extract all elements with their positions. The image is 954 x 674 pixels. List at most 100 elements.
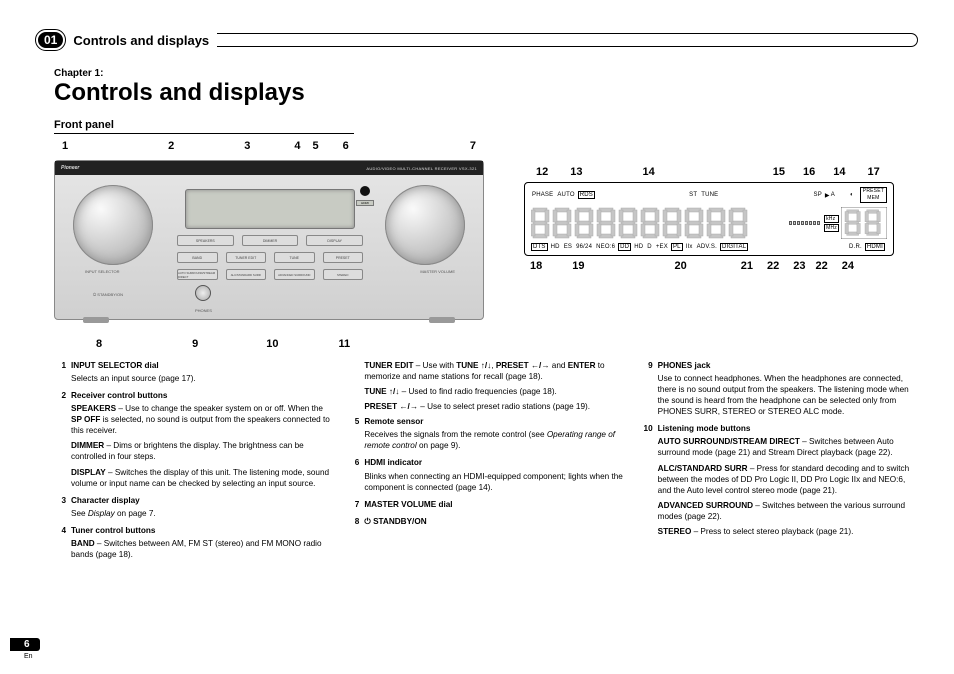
input-selector-dial — [73, 185, 153, 265]
model-label: AUDIO/VIDEO MULTI-CHANNEL RECEIVER VSX-3… — [366, 166, 477, 171]
mhz-indicator: MHz — [824, 224, 839, 232]
callout-7: 7 — [470, 140, 476, 152]
sp-a-indicator: A — [830, 192, 836, 198]
alc-standard-button: ALC/STANDARD SURR — [226, 269, 267, 280]
digital-indicator: DIGITAL — [720, 243, 748, 251]
item-9: 9PHONES jack Use to connect headphones. … — [641, 360, 918, 417]
callout-17: 17 — [868, 166, 880, 178]
sub-alc: ALC/STANDARD SURR – Press for standard d… — [658, 463, 918, 496]
sleep-icon: ◐ — [850, 192, 854, 198]
item-1: 1INPUT SELECTOR dial Selects an input so… — [54, 360, 331, 384]
rds-indicator: RDS — [578, 191, 595, 199]
section-header: 01 Controls and displays — [36, 30, 918, 50]
master-volume-label: MASTER VOLUME — [420, 269, 455, 274]
tuner-edit-button: TUNER EDIT — [226, 252, 267, 263]
callout-2: 2 — [168, 140, 174, 152]
lcd-row-bottom: DTS HD ES 96/24 NEO:6 DD HD D +EX PL IIx… — [531, 243, 887, 251]
tune-indicator: TUNE — [700, 192, 719, 198]
dimmer-button: DIMMER — [242, 235, 299, 246]
callout-14: 14 — [643, 166, 655, 178]
lcd-panel: PHASE AUTO RDS ST TUNE SP ▶ A ◐ PRESETME… — [524, 182, 894, 256]
item-4: 4Tuner control buttons BAND – Switches b… — [54, 525, 331, 560]
callout-11: 11 — [339, 338, 351, 350]
callout-19: 19 — [572, 260, 584, 272]
desc-col-1: 1INPUT SELECTOR dial Selects an input so… — [54, 360, 331, 566]
lcd-row-top: PHASE AUTO RDS ST TUNE SP ▶ A ◐ PRESETME… — [531, 187, 887, 203]
signal-dots-icon — [789, 221, 820, 225]
preset-mem-indicator: PRESETMEM — [860, 187, 887, 203]
dts-indicator: DTS — [531, 243, 548, 251]
advs-indicator: ADV.S. — [696, 244, 718, 250]
auto-surround-button: AUTO SURROUND/STREAM DIRECT — [177, 269, 218, 280]
es-indicator: ES — [563, 244, 573, 250]
hdmi-indicator-txt: HDMI — [865, 243, 885, 251]
chapter-label: Chapter 1: — [54, 68, 918, 79]
sub-stereo: STEREO – Press to select stereo playback… — [658, 526, 918, 537]
hd2-indicator: HD — [633, 244, 644, 250]
sub-tuner-edit: TUNER EDIT – Use with TUNE ↑/↓, PRESET ←… — [364, 360, 624, 382]
band-button: BAND — [177, 252, 218, 263]
callout-23: 23 — [793, 260, 805, 272]
display-panel-diagram: 12 13 14 15 16 14 17 PHASE AUTO RDS ST T… — [524, 166, 894, 350]
callout-8: 8 — [96, 338, 102, 350]
auto-indicator: AUTO — [556, 192, 575, 198]
front-panel-callouts-bottom: 8 9 10 11 — [54, 338, 484, 350]
diagram-area: 1 2 3 4 5 6 7 Pioneer AUDIO/VIDEO MULTI-… — [54, 140, 918, 350]
desc-col-2: TUNER EDIT – Use with TUNE ↑/↓, PRESET ←… — [347, 360, 624, 566]
item-7: 7MASTER VOLUME dial — [347, 499, 624, 510]
display-callouts-top: 12 13 14 15 16 14 17 — [524, 166, 894, 178]
sensor-area: HDMI — [349, 186, 381, 230]
display-callouts-bottom: 18 19 20 21 22 23 22 24 — [524, 260, 894, 272]
item-5: 5Remote sensor Receives the signals from… — [347, 416, 624, 451]
item-6: 6HDMI indicator Blinks when connecting a… — [347, 457, 624, 492]
section-title: Controls and displays — [73, 33, 209, 48]
segment-display — [531, 207, 787, 239]
item-10: 10Listening mode buttons AUTO SURROUND/S… — [641, 423, 918, 537]
front-panel-subhead: Front panel — [54, 119, 354, 134]
standby-label: ⏻ STANDBY/ON — [93, 292, 123, 297]
receiver-top-bar: Pioneer AUDIO/VIDEO MULTI-CHANNEL RECEIV… — [55, 161, 483, 175]
callout-6: 6 — [343, 140, 349, 152]
master-volume-dial — [385, 185, 465, 265]
callout-22: 22 — [767, 260, 779, 272]
item-8: 8⏻ STANDBY/ON — [347, 516, 624, 527]
speakers-button: SPEAKERS — [177, 235, 234, 246]
sub-tune: TUNE ↑/↓ – Used to find radio frequencie… — [364, 386, 624, 397]
item-3: 3Character display See Display on page 7… — [54, 495, 331, 519]
seven-segment-icons — [531, 207, 751, 239]
freq-unit-box: kHz MHz — [824, 215, 839, 232]
preset-segment-icons — [841, 207, 887, 239]
callout-9: 9 — [192, 338, 198, 350]
lcd-row-segments: kHz MHz — [531, 206, 887, 240]
sub-dimmer: DIMMER – Dims or brightens the display. … — [71, 440, 331, 462]
sub-band: BAND – Switches between AM, FM ST (stere… — [71, 538, 331, 560]
page-number: 6 — [10, 638, 40, 651]
khz-indicator: kHz — [824, 215, 839, 223]
callout-15: 15 — [773, 166, 785, 178]
front-panel-callouts-top: 1 2 3 4 5 6 7 — [54, 140, 484, 152]
callout-20: 20 — [675, 260, 687, 272]
remote-sensor-icon — [360, 186, 370, 196]
item-2: 2Receiver control buttons SPEAKERS – Use… — [54, 390, 331, 489]
front-panel-diagram: 1 2 3 4 5 6 7 Pioneer AUDIO/VIDEO MULTI-… — [54, 140, 484, 350]
sp-indicator: SP — [813, 192, 823, 198]
callout-3: 3 — [244, 140, 250, 152]
st-indicator: ST — [688, 192, 698, 198]
stereo-button: STEREO — [323, 269, 364, 280]
tune-button: TUNE — [274, 252, 315, 263]
callout-14b: 14 — [833, 166, 845, 178]
phones-label: PHONES — [195, 308, 212, 313]
n9624-indicator: 96/24 — [575, 244, 593, 250]
callout-10: 10 — [266, 338, 278, 350]
callout-22b: 22 — [816, 260, 828, 272]
section-number-badge: 01 — [36, 30, 65, 50]
sub-display: DISPLAY – Switches the display of this u… — [71, 467, 331, 489]
foot-left — [83, 317, 109, 323]
desc-col-3: 9PHONES jack Use to connect headphones. … — [641, 360, 918, 566]
display-button: DISPLAY — [306, 235, 363, 246]
advanced-surround-button: ADVANCED SURROUND — [274, 269, 315, 280]
sub-auto-surround: AUTO SURROUND/STREAM DIRECT – Switches b… — [658, 436, 918, 458]
lang-label: En — [24, 653, 40, 660]
page-footer: 6 En — [10, 638, 40, 660]
callout-24: 24 — [842, 260, 854, 272]
